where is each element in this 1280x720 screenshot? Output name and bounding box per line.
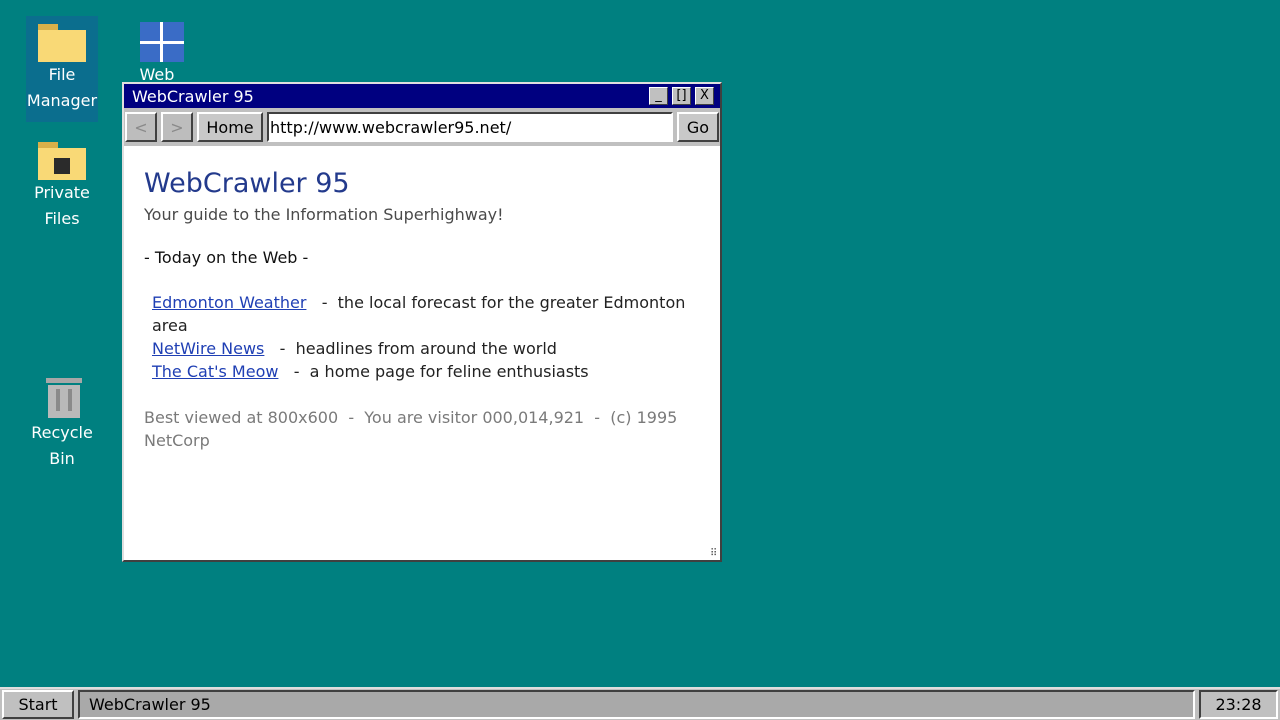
home-button[interactable]: Home: [197, 112, 263, 142]
desktop-icon-web[interactable]: Web: [120, 16, 192, 88]
list-item: Edmonton Weather - the local forecast fo…: [152, 293, 686, 335]
maximize-button[interactable]: []: [672, 87, 691, 105]
window-title: WebCrawler 95: [132, 86, 254, 106]
desktop-icon-label: Manager: [26, 91, 98, 110]
desktop-icon-file-manager[interactable]: File Manager: [26, 16, 98, 122]
link-list: Edmonton Weather - the local forecast fo…: [144, 291, 700, 383]
taskbar: Start WebCrawler 95 23:28: [0, 687, 1280, 720]
list-item: The Cat's Meow - a home page for feline …: [152, 362, 589, 381]
link-cats-meow[interactable]: The Cat's Meow: [152, 362, 278, 381]
section-heading: - Today on the Web -: [144, 248, 309, 267]
page-content: WebCrawler 95 Your guide to the Informat…: [124, 146, 720, 560]
desktop-icon-label: Private: [34, 183, 90, 202]
minimize-button[interactable]: _: [649, 87, 668, 105]
browser-window: WebCrawler 95 _ [] X < > Home http://www…: [122, 82, 722, 562]
link-netwire-news[interactable]: NetWire News: [152, 339, 264, 358]
desktop-icon-private-files[interactable]: Private Files: [26, 134, 98, 232]
taskbar-window-button[interactable]: WebCrawler 95: [78, 690, 1195, 719]
resize-grip-icon[interactable]: ⠿: [710, 549, 718, 559]
page-title: WebCrawler 95: [144, 168, 350, 199]
close-button[interactable]: X: [695, 87, 714, 105]
trash-icon: [38, 378, 86, 420]
link-description: headlines from around the world: [295, 339, 557, 358]
desktop-icon-label: Bin: [49, 449, 75, 468]
list-item: NetWire News - headlines from around the…: [152, 339, 557, 358]
window-titlebar[interactable]: WebCrawler 95 _ [] X: [124, 84, 720, 108]
start-button[interactable]: Start: [2, 690, 74, 719]
url-input[interactable]: http://www.webcrawler95.net/: [267, 112, 673, 142]
desktop-icon-label: File: [48, 65, 76, 84]
page-tagline: Your guide to the Information Superhighw…: [144, 205, 504, 224]
folder-icon: [38, 20, 86, 62]
desktop-icon-label: Files: [44, 209, 80, 228]
link-description: a home page for feline enthusiasts: [309, 362, 589, 381]
web-browser-icon: [132, 20, 184, 62]
link-edmonton-weather[interactable]: Edmonton Weather: [152, 293, 306, 312]
locked-folder-icon: [38, 138, 86, 180]
forward-button[interactable]: >: [161, 112, 193, 142]
browser-toolbar: < > Home http://www.webcrawler95.net/ Go: [124, 108, 720, 146]
go-button[interactable]: Go: [677, 112, 719, 142]
desktop-icon-recycle-bin[interactable]: Recycle Bin: [26, 374, 98, 472]
desktop-icon-label: Recycle: [31, 423, 93, 442]
back-button[interactable]: <: [125, 112, 157, 142]
taskbar-clock: 23:28: [1199, 690, 1278, 719]
page-footer: Best viewed at 800x600 - You are visitor…: [144, 408, 683, 450]
